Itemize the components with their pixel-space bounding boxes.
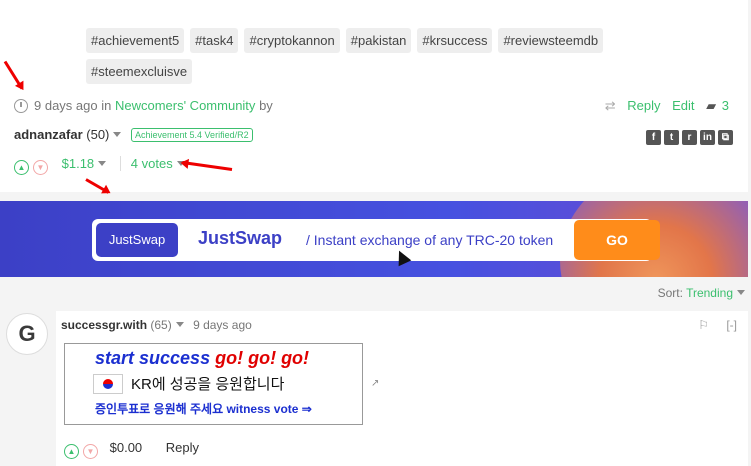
- reply-link[interactable]: Reply: [627, 98, 660, 113]
- tag[interactable]: #pakistan: [345, 28, 412, 53]
- twitter-icon[interactable]: t: [664, 130, 679, 145]
- collapse-toggle[interactable]: [-]: [726, 318, 737, 332]
- comment-reputation: (65): [150, 318, 172, 332]
- image-line2: KR에 성공을 응원합니다: [131, 376, 285, 393]
- post-actions: ⇄ Reply Edit ▰ 3: [597, 98, 729, 114]
- tag-list: #achievement5 #task4 #cryptokannon #pakista…: [86, 28, 646, 90]
- vote-bar: ▲ ▼ $1.18 4 votes: [14, 156, 185, 175]
- banner-subtitle: / Instant exchange of any TRC-20 token: [306, 232, 554, 248]
- banner-inner: JustSwap JustSwap / Instant exchange of …: [92, 219, 660, 261]
- comment-meta: successgr.with (65) 9 days ago: [61, 318, 252, 332]
- reddit-icon[interactable]: r: [682, 130, 697, 145]
- sort-label: Sort:: [657, 286, 683, 300]
- comment-time[interactable]: 9 days ago: [193, 318, 252, 332]
- sort-caret-icon[interactable]: [737, 290, 745, 295]
- comment-footer: ▲ ▼ $0.00 Reply: [64, 440, 199, 459]
- korea-flag-icon: [93, 374, 123, 394]
- comment-tools: ⚐ [-]: [698, 318, 737, 332]
- comment-reply-link[interactable]: Reply: [166, 440, 199, 455]
- image-line1: start success go! go! go!: [95, 348, 310, 368]
- author-reputation: (50): [86, 127, 110, 142]
- achievement-badge: Achievement 5.4 Verified/R2: [131, 128, 253, 142]
- tag[interactable]: #task4: [190, 28, 239, 53]
- justswap-logo: JustSwap: [96, 223, 178, 257]
- linkedin-icon[interactable]: in: [700, 130, 715, 145]
- tag[interactable]: #krsuccess: [417, 28, 493, 53]
- sort-value[interactable]: Trending: [686, 286, 733, 300]
- comment-payout[interactable]: $0.00: [110, 440, 143, 455]
- sort-control[interactable]: Sort: Trending: [658, 286, 745, 300]
- external-link-icon[interactable]: ↗: [371, 378, 379, 389]
- image-line3: 증인투표로 응원해 주세요 witness vote ⇒: [95, 402, 312, 416]
- community-link[interactable]: Newcomers' Community: [115, 98, 255, 113]
- comment-image[interactable]: start success go! go! go! KR에 성공을 응원합니다 …: [64, 343, 363, 425]
- flag-icon[interactable]: ⚐: [698, 318, 709, 332]
- reblog-icon[interactable]: ⇄: [605, 98, 616, 113]
- upvote-icon[interactable]: ▲: [64, 444, 79, 459]
- post-payout[interactable]: $1.18: [62, 156, 95, 171]
- comment-count[interactable]: 3: [722, 98, 729, 113]
- author-line: adnanzafar (50) Achievement 5.4 Verified…: [14, 127, 253, 142]
- facebook-icon[interactable]: f: [646, 130, 661, 145]
- by-label: by: [259, 98, 273, 113]
- comment-author-caret-icon[interactable]: [175, 322, 184, 327]
- clock-icon: [14, 99, 28, 113]
- post-time: 9 days ago in: [34, 98, 112, 113]
- tag[interactable]: #cryptokannon: [244, 28, 340, 53]
- payout-caret-icon[interactable]: [98, 161, 107, 166]
- share-icons: f t r in ⧉: [643, 128, 733, 145]
- upvote-icon[interactable]: ▲: [14, 160, 29, 175]
- downvote-icon[interactable]: ▼: [33, 160, 48, 175]
- copy-link-icon[interactable]: ⧉: [718, 130, 733, 145]
- tag[interactable]: #achievement5: [86, 28, 185, 53]
- edit-link[interactable]: Edit: [672, 98, 694, 113]
- comment-author[interactable]: successgr.with: [61, 318, 147, 332]
- tag[interactable]: #steemexcluisve: [86, 59, 193, 84]
- go-button[interactable]: GO: [574, 220, 660, 260]
- comments-icon[interactable]: ▰: [706, 98, 716, 113]
- author-name[interactable]: adnanzafar: [14, 127, 83, 142]
- justswap-banner[interactable]: JustSwap JustSwap / Instant exchange of …: [0, 201, 748, 277]
- downvote-icon[interactable]: ▼: [83, 444, 98, 459]
- author-menu-caret-icon[interactable]: [113, 132, 122, 137]
- votes-count[interactable]: 4 votes: [119, 156, 173, 171]
- tag[interactable]: #reviewsteemdb: [498, 28, 604, 53]
- avatar[interactable]: G: [6, 313, 48, 355]
- banner-title: JustSwap: [198, 228, 283, 248]
- post-meta: 9 days ago in Newcomers' Community by: [14, 98, 273, 113]
